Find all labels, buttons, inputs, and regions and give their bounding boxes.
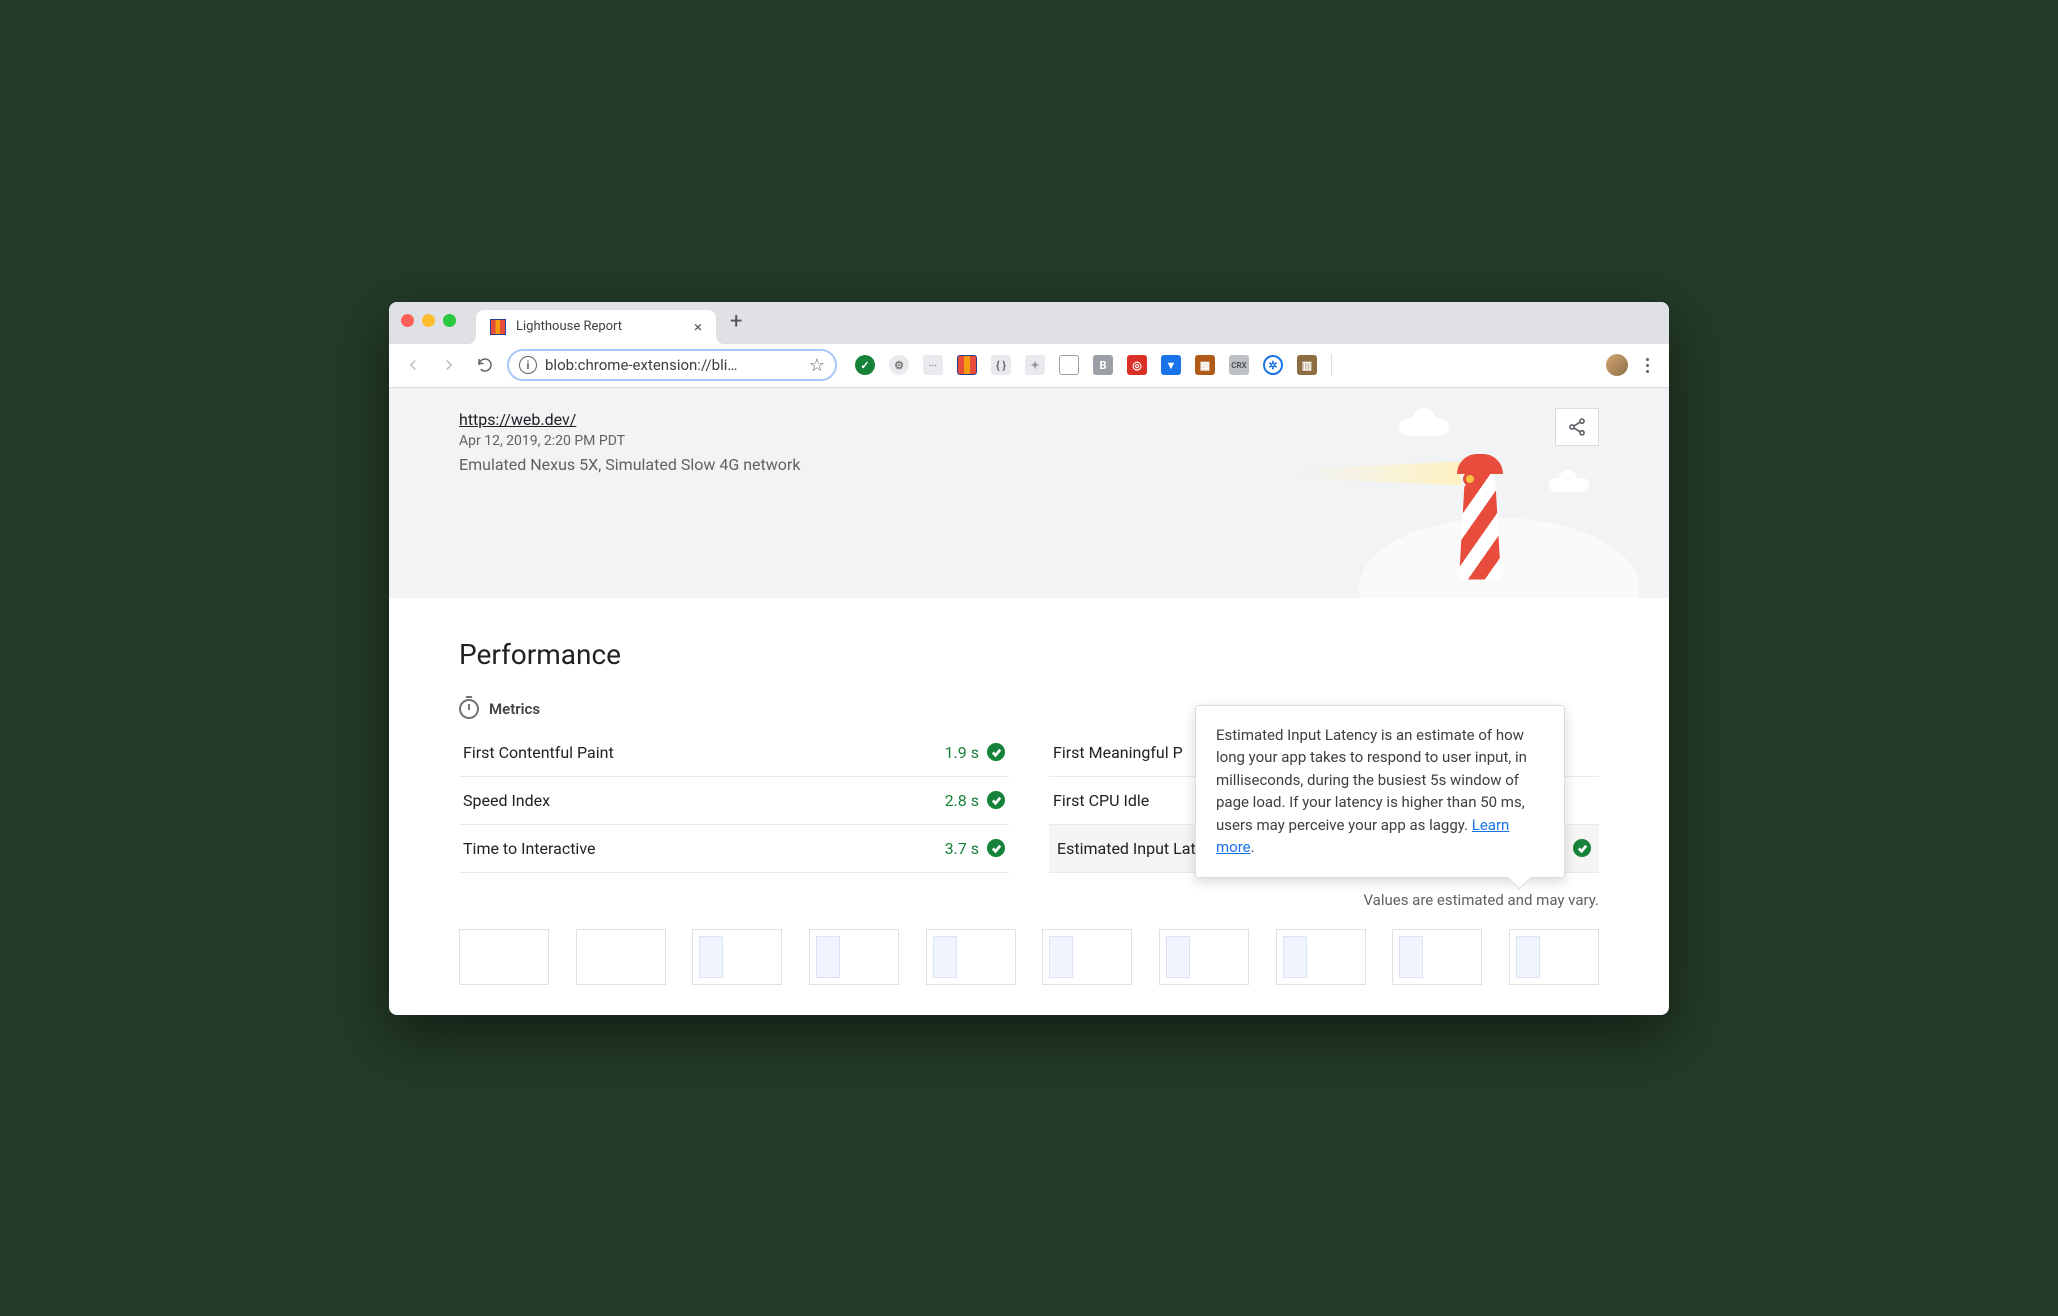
window-controls xyxy=(401,314,476,331)
filmstrip-frame[interactable] xyxy=(692,929,782,985)
new-tab-button[interactable]: + xyxy=(716,309,756,336)
report-body: Performance Metrics First Contentful Pai… xyxy=(389,598,1669,1015)
metric-value: 1.9 s xyxy=(945,743,979,762)
metric-tooltip: Estimated Input Latency is an estimate o… xyxy=(1195,705,1565,878)
metrics-grid: First Contentful Paint 1.9 s Speed Index… xyxy=(459,729,1599,873)
browser-toolbar: i blob:chrome-extension://bli… ☆ ✓ ⚙ ⋯ {… xyxy=(389,344,1669,388)
close-tab-button[interactable]: × xyxy=(694,318,702,336)
pass-check-icon xyxy=(1573,839,1591,857)
chrome-menu-button[interactable] xyxy=(1636,358,1659,373)
extension-icon[interactable]: ✲ xyxy=(1263,355,1283,375)
filmstrip-frame[interactable] xyxy=(1392,929,1482,985)
metric-name: First Meaningful P xyxy=(1053,743,1183,762)
stopwatch-icon xyxy=(459,699,479,719)
cloud-decoration xyxy=(1549,478,1589,492)
metric-value: 2.8 s xyxy=(945,791,979,810)
filmstrip-frame[interactable] xyxy=(1042,929,1132,985)
filmstrip-frame[interactable] xyxy=(1509,929,1599,985)
maximize-window-button[interactable] xyxy=(443,314,456,327)
site-info-icon[interactable]: i xyxy=(519,356,537,374)
extension-icon[interactable]: ⋯ xyxy=(923,355,943,375)
reload-button[interactable] xyxy=(471,351,499,379)
extension-icon[interactable]: CRX xyxy=(1229,355,1249,375)
extension-icon[interactable]: ▥ xyxy=(1297,355,1317,375)
pass-check-icon xyxy=(987,791,1005,809)
profile-avatar[interactable] xyxy=(1606,354,1628,376)
lighthouse-favicon xyxy=(490,319,506,335)
filmstrip xyxy=(459,929,1599,985)
extension-icon[interactable]: ✓ xyxy=(855,355,875,375)
metrics-label: Metrics xyxy=(489,700,540,718)
metric-name: Speed Index xyxy=(463,791,550,810)
metric-row[interactable]: Time to Interactive 3.7 s xyxy=(459,825,1009,873)
metric-name: Time to Interactive xyxy=(463,839,595,858)
filmstrip-frame[interactable] xyxy=(1159,929,1249,985)
tab-title: Lighthouse Report xyxy=(516,319,622,334)
toolbar-divider xyxy=(1331,354,1332,376)
extension-icon[interactable]: ▦ xyxy=(1195,355,1215,375)
forward-button[interactable] xyxy=(435,351,463,379)
pass-check-icon xyxy=(987,743,1005,761)
browser-window: Lighthouse Report × + i blob:chrome-exte… xyxy=(389,302,1669,1015)
metric-name: First CPU Idle xyxy=(1053,791,1149,810)
report-header: https://web.dev/ Apr 12, 2019, 2:20 PM P… xyxy=(389,388,1669,598)
metric-row[interactable]: Speed Index 2.8 s xyxy=(459,777,1009,825)
minimize-window-button[interactable] xyxy=(422,314,435,327)
filmstrip-frame[interactable] xyxy=(809,929,899,985)
titlebar: Lighthouse Report × + xyxy=(389,302,1669,344)
filmstrip-frame[interactable] xyxy=(576,929,666,985)
extension-icon[interactable]: ◎ xyxy=(1127,355,1147,375)
address-bar[interactable]: i blob:chrome-extension://bli… ☆ xyxy=(507,349,837,381)
extension-icon[interactable]: ✦ xyxy=(1025,355,1045,375)
metric-name: First Contentful Paint xyxy=(463,743,614,762)
url-text: blob:chrome-extension://bli… xyxy=(545,356,737,374)
browser-tab[interactable]: Lighthouse Report × xyxy=(476,310,716,344)
extension-icon[interactable]: { } xyxy=(991,355,1011,375)
audited-url-link[interactable]: https://web.dev/ xyxy=(459,410,576,429)
extension-icon[interactable] xyxy=(957,355,977,375)
filmstrip-frame[interactable] xyxy=(459,929,549,985)
bookmark-star-icon[interactable]: ☆ xyxy=(809,355,825,376)
share-icon xyxy=(1567,417,1587,437)
pass-check-icon xyxy=(987,839,1005,857)
filmstrip-frame[interactable] xyxy=(926,929,1016,985)
extension-icons: ✓ ⚙ ⋯ { } ✦ B ◎ ▼ ▦ CRX ✲ ▥ xyxy=(855,355,1317,375)
extension-icon[interactable]: ▼ xyxy=(1161,355,1181,375)
lighthouse-illustration xyxy=(1399,418,1549,598)
section-title: Performance xyxy=(459,638,1599,671)
extension-icon[interactable]: ⚙ xyxy=(889,355,909,375)
filmstrip-frame[interactable] xyxy=(1276,929,1366,985)
extension-icon[interactable] xyxy=(1059,355,1079,375)
extension-icon[interactable]: B xyxy=(1093,355,1113,375)
close-window-button[interactable] xyxy=(401,314,414,327)
metric-row[interactable]: First Contentful Paint 1.9 s xyxy=(459,729,1009,777)
values-disclaimer: Values are estimated and may vary. xyxy=(459,891,1599,909)
share-button[interactable] xyxy=(1555,408,1599,446)
metric-value: 3.7 s xyxy=(945,839,979,858)
back-button[interactable] xyxy=(399,351,427,379)
